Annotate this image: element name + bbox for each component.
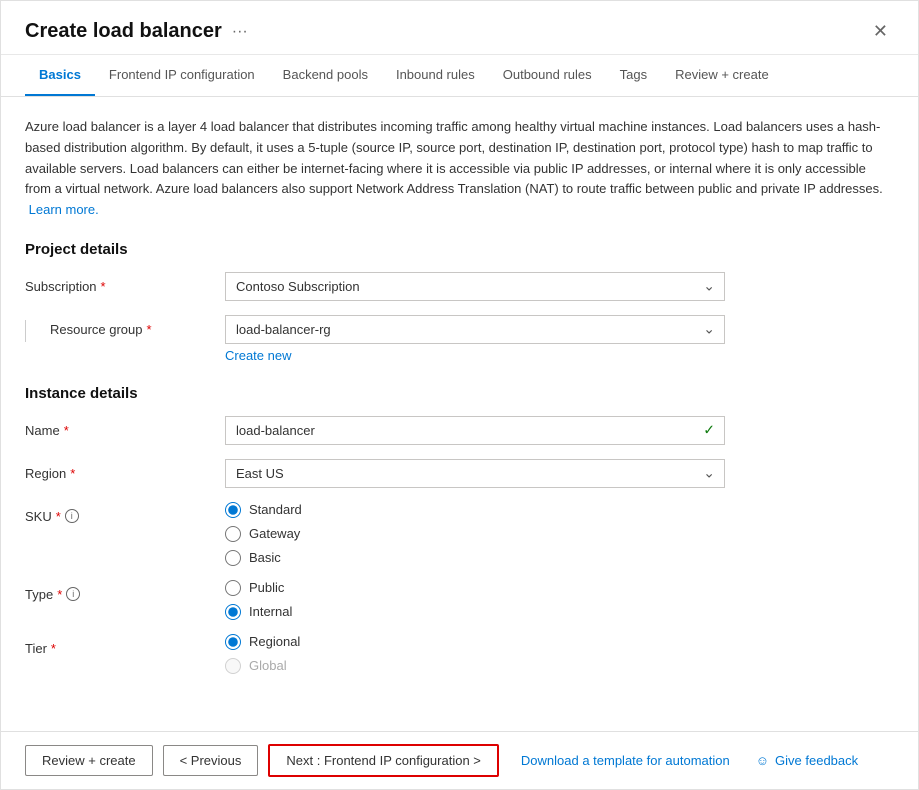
sku-required: * xyxy=(56,509,61,524)
sku-basic-label: Basic xyxy=(249,550,281,565)
resource-group-control: load-balancer-rg Create new xyxy=(225,315,725,363)
close-button[interactable]: ✕ xyxy=(867,19,894,44)
instance-details-section: Instance details Name * ✓ Region xyxy=(25,385,894,674)
previous-button[interactable]: < Previous xyxy=(163,745,259,776)
review-create-button[interactable]: Review + create xyxy=(25,745,153,776)
tab-basics[interactable]: Basics xyxy=(25,55,95,96)
resource-group-label: Resource group * xyxy=(36,322,152,337)
tier-label: Tier * xyxy=(25,634,225,656)
sku-row: SKU * i Standard Gateway xyxy=(25,502,894,566)
type-label: Type * i xyxy=(25,580,225,602)
type-control: Public Internal xyxy=(225,580,725,620)
sku-gateway-option[interactable]: Gateway xyxy=(225,526,725,542)
resource-group-required: * xyxy=(147,322,152,337)
sku-gateway-label: Gateway xyxy=(249,526,300,541)
tier-global-radio[interactable] xyxy=(225,658,241,674)
resource-group-row: Resource group * load-balancer-rg Create… xyxy=(25,315,894,363)
name-valid-icon: ✓ xyxy=(703,422,715,439)
tier-row: Tier * Regional Global xyxy=(25,634,894,674)
tier-global-label: Global xyxy=(249,658,287,673)
tier-global-option[interactable]: Global xyxy=(225,658,725,674)
tab-review-create[interactable]: Review + create xyxy=(661,55,783,96)
tab-bar: Basics Frontend IP configuration Backend… xyxy=(1,55,918,97)
subscription-select-wrapper: Contoso Subscription xyxy=(225,272,725,301)
type-public-option[interactable]: Public xyxy=(225,580,725,596)
sku-standard-label: Standard xyxy=(249,502,302,517)
tab-backend-pools[interactable]: Backend pools xyxy=(269,55,382,96)
subscription-control: Contoso Subscription xyxy=(225,272,725,301)
tab-inbound-rules[interactable]: Inbound rules xyxy=(382,55,489,96)
description-text: Azure load balancer is a layer 4 load ba… xyxy=(25,117,894,221)
subscription-select[interactable]: Contoso Subscription xyxy=(225,272,725,301)
tab-outbound-rules[interactable]: Outbound rules xyxy=(489,55,606,96)
download-template-link[interactable]: Download a template for automation xyxy=(521,753,730,768)
region-select[interactable]: East US xyxy=(225,459,725,488)
region-label: Region * xyxy=(25,459,225,481)
tier-required: * xyxy=(51,641,56,656)
give-feedback-link[interactable]: Give feedback xyxy=(775,753,858,768)
type-required: * xyxy=(57,587,62,602)
sku-gateway-radio[interactable] xyxy=(225,526,241,542)
type-internal-label: Internal xyxy=(249,604,292,619)
type-public-label: Public xyxy=(249,580,284,595)
tier-regional-option[interactable]: Regional xyxy=(225,634,725,650)
name-input[interactable] xyxy=(225,416,725,445)
type-internal-radio[interactable] xyxy=(225,604,241,620)
instance-details-title: Instance details xyxy=(25,385,894,402)
footer: Review + create < Previous Next : Fronte… xyxy=(1,731,918,789)
subscription-row: Subscription * Contoso Subscription xyxy=(25,272,894,301)
region-select-wrapper: East US xyxy=(225,459,725,488)
resource-group-select[interactable]: load-balancer-rg xyxy=(225,315,725,344)
sku-info-icon[interactable]: i xyxy=(65,509,79,523)
name-row: Name * ✓ xyxy=(25,416,894,445)
type-internal-option[interactable]: Internal xyxy=(225,604,725,620)
sku-control: Standard Gateway Basic xyxy=(225,502,725,566)
sku-radio-group: Standard Gateway Basic xyxy=(225,502,725,566)
tier-radio-group: Regional Global xyxy=(225,634,725,674)
name-input-wrapper: ✓ xyxy=(225,416,725,445)
next-button[interactable]: Next : Frontend IP configuration > xyxy=(268,744,499,777)
panel-title: Create load balancer xyxy=(25,20,222,43)
indent-line xyxy=(25,320,26,342)
type-radio-group: Public Internal xyxy=(225,580,725,620)
panel-menu-icon[interactable]: ··· xyxy=(232,23,248,41)
region-required: * xyxy=(70,466,75,481)
tier-control: Regional Global xyxy=(225,634,725,674)
project-details-section: Project details Subscription * Contoso S… xyxy=(25,241,894,363)
project-details-title: Project details xyxy=(25,241,894,258)
region-control: East US xyxy=(225,459,725,488)
sku-standard-radio[interactable] xyxy=(225,502,241,518)
create-new-link[interactable]: Create new xyxy=(225,348,725,363)
main-content: Azure load balancer is a layer 4 load ba… xyxy=(1,97,918,731)
sku-basic-radio[interactable] xyxy=(225,550,241,566)
feedback-area: ☺ Give feedback xyxy=(756,753,858,768)
type-info-icon[interactable]: i xyxy=(66,587,80,601)
sku-standard-option[interactable]: Standard xyxy=(225,502,725,518)
tier-regional-radio[interactable] xyxy=(225,634,241,650)
tab-tags[interactable]: Tags xyxy=(606,55,661,96)
type-public-radio[interactable] xyxy=(225,580,241,596)
resource-group-indent: Resource group * xyxy=(25,315,225,342)
subscription-label: Subscription * xyxy=(25,272,225,294)
region-row: Region * East US xyxy=(25,459,894,488)
name-required: * xyxy=(64,423,69,438)
resource-group-select-wrapper: load-balancer-rg xyxy=(225,315,725,344)
name-control: ✓ xyxy=(225,416,725,445)
sku-label: SKU * i xyxy=(25,502,225,524)
learn-more-link[interactable]: Learn more. xyxy=(29,202,99,217)
name-label: Name * xyxy=(25,416,225,438)
sku-basic-option[interactable]: Basic xyxy=(225,550,725,566)
type-row: Type * i Public Internal xyxy=(25,580,894,620)
feedback-icon: ☺ xyxy=(756,753,769,768)
subscription-required: * xyxy=(101,279,106,294)
tab-frontend-ip[interactable]: Frontend IP configuration xyxy=(95,55,269,96)
tier-regional-label: Regional xyxy=(249,634,300,649)
